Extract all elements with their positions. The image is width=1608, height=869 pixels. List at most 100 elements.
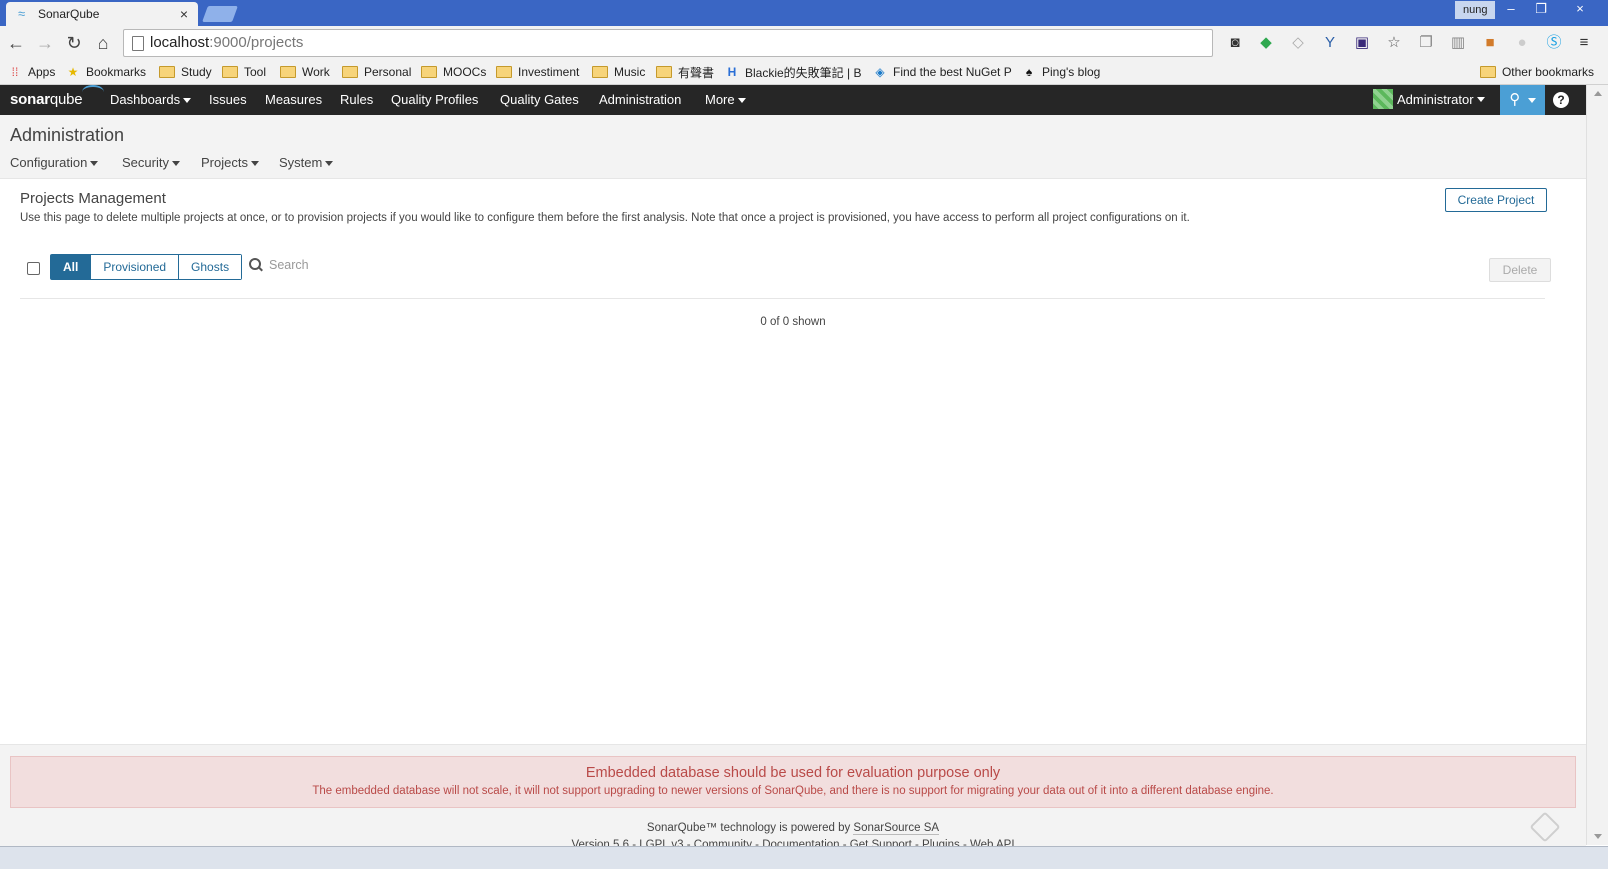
apps-grid-icon: ⁞⁞ bbox=[11, 65, 19, 79]
menu-configuration[interactable]: Configuration bbox=[10, 155, 99, 170]
bookmark-folder[interactable]: Investiment bbox=[496, 64, 579, 80]
bookmark-star-icon[interactable]: ☆ bbox=[1384, 33, 1404, 53]
bookmark-apps[interactable]: ⁞⁞ Apps bbox=[8, 64, 56, 80]
shown-count: 0 of 0 shown bbox=[760, 316, 826, 328]
browser-titlebar: ≈ SonarQube × nung – ❐ × bbox=[0, 0, 1608, 26]
window-user-badge: nung bbox=[1455, 1, 1496, 19]
avatar bbox=[1373, 89, 1393, 109]
help-icon[interactable]: ? bbox=[1553, 92, 1569, 108]
extension-diamond-icon[interactable]: ◇ bbox=[1288, 33, 1308, 53]
caret-down-icon bbox=[1476, 96, 1485, 102]
scroll-up-icon[interactable] bbox=[1594, 91, 1602, 96]
bookmark-label: Apps bbox=[28, 65, 56, 79]
bookmark-other[interactable]: Other bookmarks bbox=[1479, 64, 1594, 80]
sonarqube-logo[interactable]: sonarqube bbox=[10, 85, 104, 108]
extension-box-icon[interactable]: ▣ bbox=[1352, 33, 1372, 53]
nav-rules[interactable]: Rules bbox=[340, 92, 373, 107]
tab-close-icon[interactable]: × bbox=[176, 6, 192, 22]
chrome-menu-icon[interactable]: ≡ bbox=[1574, 33, 1594, 53]
scroll-down-icon[interactable] bbox=[1594, 834, 1602, 839]
menu-projects[interactable]: Projects bbox=[201, 155, 259, 170]
sonarqube-navbar: sonarqube Dashboards Issues Measures Rul… bbox=[0, 85, 1586, 115]
user-menu[interactable]: Administrator bbox=[1373, 89, 1485, 109]
star-icon: ★ bbox=[67, 65, 79, 79]
page-icon bbox=[132, 36, 144, 51]
select-all-checkbox[interactable] bbox=[27, 262, 40, 275]
menu-security[interactable]: Security bbox=[122, 155, 180, 170]
search-input[interactable] bbox=[269, 258, 469, 272]
bookmark-label: Other bookmarks bbox=[1501, 65, 1594, 79]
home-icon[interactable]: ⌂ bbox=[91, 31, 115, 55]
bookmark-item[interactable]: H Blackie的失敗筆記 | B bbox=[725, 64, 862, 80]
bookmark-label: Music bbox=[614, 65, 646, 79]
bookmark-label: Tool bbox=[244, 65, 267, 79]
nav-dashboards[interactable]: Dashboards bbox=[110, 92, 192, 107]
bookmark-folder[interactable]: Personal bbox=[342, 64, 411, 80]
nav-issues[interactable]: Issues bbox=[209, 92, 247, 107]
nav-quality-profiles[interactable]: Quality Profiles bbox=[391, 92, 478, 107]
nav-quality-gates[interactable]: Quality Gates bbox=[500, 92, 579, 107]
bookmark-folder[interactable]: 有聲書 bbox=[656, 64, 714, 80]
extension-orange-icon[interactable]: ■ bbox=[1480, 33, 1500, 53]
minimize-icon[interactable]: – bbox=[1497, 0, 1525, 18]
nuget-icon: ◈ bbox=[875, 65, 885, 79]
pocket-icon[interactable]: ◙ bbox=[1225, 33, 1245, 53]
bookmark-item[interactable]: ♠ Ping's blog bbox=[1022, 64, 1101, 80]
nav-administration[interactable]: Administration bbox=[599, 92, 681, 107]
bookmark-label: Blackie的失敗筆記 | B bbox=[745, 65, 862, 80]
bookmark-item[interactable]: ★ Bookmarks bbox=[66, 64, 146, 80]
caret-down-icon bbox=[250, 161, 259, 167]
filter-ghosts[interactable]: Ghosts bbox=[179, 255, 242, 279]
back-arrow-icon[interactable]: ← bbox=[4, 31, 28, 55]
filter-all[interactable]: All bbox=[51, 255, 92, 279]
forward-arrow-icon[interactable]: → bbox=[33, 31, 57, 55]
restore-icon[interactable]: ❐ bbox=[1527, 0, 1555, 18]
sonarsource-link[interactable]: SonarSource SA bbox=[853, 822, 940, 835]
tab-title: SonarQube bbox=[38, 7, 100, 21]
window-close-icon[interactable]: × bbox=[1558, 0, 1602, 18]
create-project-button[interactable]: Create Project bbox=[1445, 188, 1547, 212]
menu-system[interactable]: System bbox=[279, 155, 334, 170]
browser-tab-sonarqube[interactable]: ≈ SonarQube × bbox=[6, 2, 198, 26]
bookmark-folder[interactable]: Tool bbox=[222, 64, 266, 80]
bookmark-label: Investiment bbox=[518, 65, 580, 79]
extension-y-icon[interactable]: Y bbox=[1320, 33, 1340, 53]
extension-circle-icon[interactable]: ● bbox=[1512, 33, 1532, 53]
caret-down-icon bbox=[1527, 97, 1536, 103]
page-title: Administration bbox=[10, 125, 125, 145]
address-bar[interactable]: localhost:9000/projects bbox=[123, 29, 1213, 57]
bookmark-folder[interactable]: Work bbox=[280, 64, 330, 80]
bookmark-folder[interactable]: MOOCs bbox=[421, 64, 486, 80]
feedly-icon[interactable]: ◆ bbox=[1256, 33, 1276, 53]
filter-provisioned[interactable]: Provisioned bbox=[91, 255, 180, 279]
delete-button[interactable]: Delete bbox=[1489, 258, 1551, 282]
new-tab-button[interactable] bbox=[202, 6, 238, 22]
nav-more[interactable]: More bbox=[705, 92, 746, 107]
search-icon: ⚲ bbox=[1509, 91, 1521, 108]
bookmark-item[interactable]: ◈ Find the best NuGet P bbox=[873, 64, 1011, 80]
divider bbox=[20, 298, 1545, 299]
page-scrollbar[interactable] bbox=[1586, 85, 1608, 845]
bookmark-folder[interactable]: Study bbox=[159, 64, 212, 80]
reader-icon[interactable]: ▥ bbox=[1448, 33, 1468, 53]
copy-icon[interactable]: ❐ bbox=[1416, 33, 1436, 53]
bookmark-folder[interactable]: Music bbox=[592, 64, 645, 80]
caret-down-icon bbox=[90, 161, 99, 167]
folder-icon bbox=[342, 66, 358, 78]
spade-icon: ♠ bbox=[1025, 65, 1033, 79]
folder-icon bbox=[496, 66, 512, 78]
search-icon bbox=[249, 258, 263, 272]
bookmark-label: Bookmarks bbox=[86, 65, 147, 79]
project-filter-group: All Provisioned Ghosts bbox=[50, 254, 243, 280]
caret-down-icon bbox=[183, 98, 192, 104]
page-header: Administration Configuration Security Pr… bbox=[0, 115, 1586, 179]
global-search-button[interactable]: ⚲ bbox=[1500, 85, 1545, 115]
caret-down-icon bbox=[737, 98, 746, 104]
caret-down-icon bbox=[325, 161, 334, 167]
caret-down-icon bbox=[171, 161, 180, 167]
reload-icon[interactable]: ↻ bbox=[62, 31, 86, 55]
embedded-db-alert: Embedded database should be used for eva… bbox=[10, 756, 1576, 808]
skype-icon[interactable]: Ⓢ bbox=[1544, 33, 1564, 53]
project-search bbox=[249, 258, 469, 272]
nav-measures[interactable]: Measures bbox=[265, 92, 322, 107]
